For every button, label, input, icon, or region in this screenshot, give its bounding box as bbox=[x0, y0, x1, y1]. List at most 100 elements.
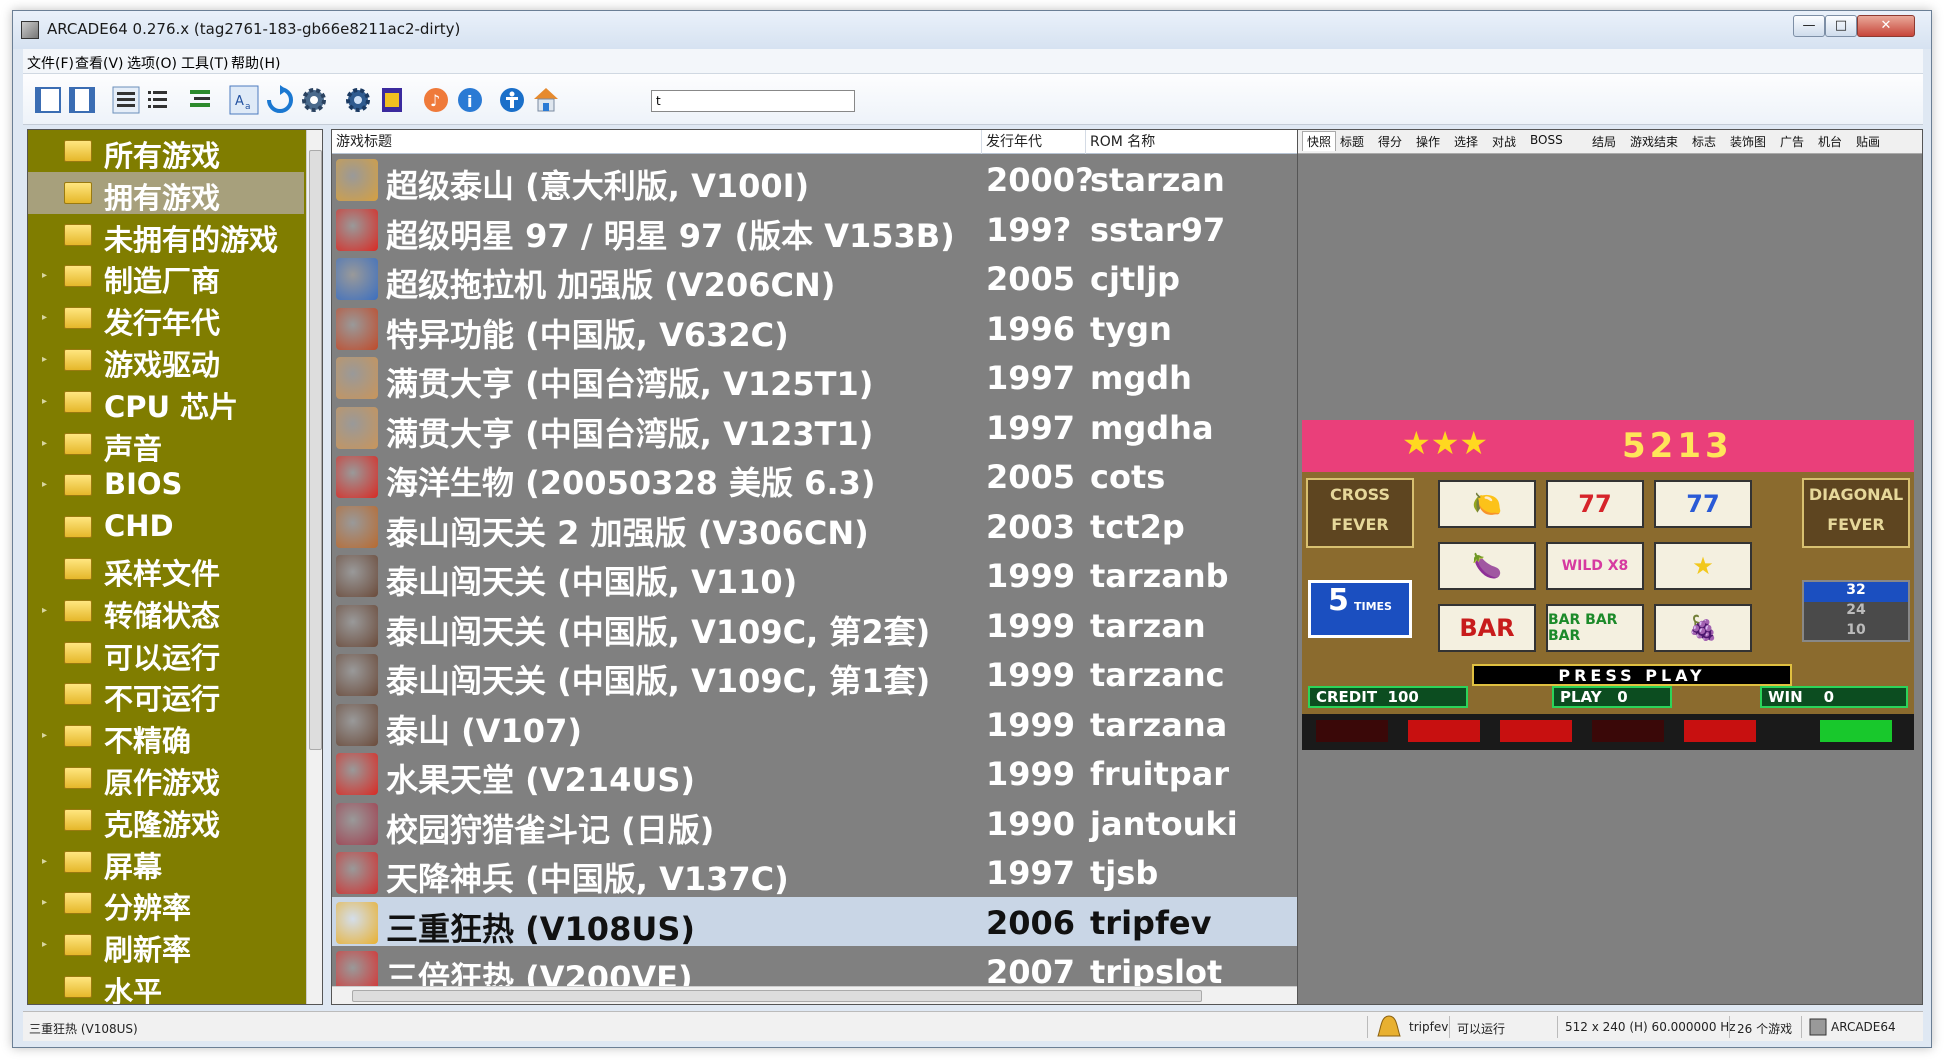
table-row[interactable]: 泰山闯天关 (中国版, V109C, 第2套) 1999 tarzan bbox=[332, 600, 1312, 651]
details-view-icon[interactable] bbox=[141, 83, 175, 117]
picture-tab[interactable]: 对战 bbox=[1492, 133, 1516, 150]
folder-item[interactable]: 拥有游戏 bbox=[28, 171, 304, 215]
picture-tab[interactable]: 标题 bbox=[1340, 133, 1364, 150]
table-row[interactable]: 超级拖拉机 加强版 (V206CN) 2005 cjtljp bbox=[332, 253, 1312, 304]
folder-item[interactable]: 采样文件 bbox=[28, 548, 304, 591]
picture-tab[interactable]: 贴画 bbox=[1856, 133, 1880, 150]
settings-gear-icon[interactable] bbox=[297, 83, 331, 117]
folder-item[interactable]: ▸ 不精确 bbox=[28, 715, 304, 758]
game-year: 2006 bbox=[986, 903, 1076, 942]
folder-item[interactable]: 可以运行 bbox=[28, 632, 304, 675]
home-icon[interactable] bbox=[529, 83, 563, 117]
game-list-hscroll-thumb[interactable] bbox=[352, 990, 1202, 1002]
game-rom: tarzanb bbox=[1090, 557, 1229, 595]
maximize-button[interactable]: □ bbox=[1825, 15, 1857, 37]
toggle-panel-2-icon[interactable] bbox=[65, 83, 99, 117]
minimize-button[interactable]: — bbox=[1793, 15, 1825, 37]
column-title[interactable]: 游戏标题 bbox=[332, 130, 982, 154]
expand-arrow-icon[interactable]: ▸ bbox=[42, 897, 47, 908]
folder-item[interactable]: 原作游戏 bbox=[28, 757, 304, 800]
info-icon[interactable]: i bbox=[453, 83, 487, 117]
list-view-icon[interactable] bbox=[109, 83, 143, 117]
expand-arrow-icon[interactable]: ▸ bbox=[42, 354, 47, 365]
snapshot-win-value: 0 bbox=[1823, 688, 1835, 706]
picture-tab[interactable]: 机台 bbox=[1818, 133, 1842, 150]
folder-item[interactable]: 未拥有的游戏 bbox=[28, 214, 304, 257]
expand-arrow-icon[interactable]: ▸ bbox=[42, 312, 47, 323]
picture-panel: 快照 标题 得分 操作 选择 对战 BOSS 结局 游戏结束 标志 装饰图 广告 机台 贴画 ★★★ 52… bbox=[1297, 129, 1923, 1005]
column-rom[interactable]: ROM 名称 bbox=[1086, 130, 1312, 154]
picture-tab[interactable]: 得分 bbox=[1378, 133, 1402, 150]
picture-tab[interactable]: 游戏结束 bbox=[1630, 133, 1678, 150]
table-row[interactable]: 三重狂热 (V108US) 2006 tripfev bbox=[332, 896, 1312, 948]
picture-tab[interactable]: 结局 bbox=[1592, 133, 1616, 150]
title-bar[interactable]: ARCADE64 0.276.x (tag2761-183-gb66e8211a… bbox=[13, 11, 1931, 49]
folder-item[interactable]: ▸ 发行年代 bbox=[28, 297, 304, 340]
folder-tree-scrollbar[interactable] bbox=[306, 130, 322, 1004]
table-row[interactable]: 超级明星 97 / 明星 97 (版本 V153B) 199? sstar97 bbox=[332, 204, 1312, 255]
folder-item[interactable]: 克隆游戏 bbox=[28, 799, 304, 842]
folder-tree-scroll-thumb[interactable] bbox=[309, 150, 322, 750]
folder-item[interactable]: ▸ 分辨率 bbox=[28, 882, 304, 925]
directories-gear-icon[interactable] bbox=[341, 83, 375, 117]
grouped-view-icon[interactable] bbox=[183, 83, 217, 117]
expand-arrow-icon[interactable]: ▸ bbox=[42, 396, 47, 407]
toggle-panel-icon[interactable] bbox=[31, 83, 65, 117]
folder-item[interactable]: ▸ CPU 芯片 bbox=[28, 381, 304, 424]
folder-item[interactable]: ▸ 屏幕 bbox=[28, 841, 304, 884]
column-year[interactable]: 发行年代 bbox=[982, 130, 1086, 154]
table-row[interactable]: 水果天堂 (V214US) 1999 fruitpar bbox=[332, 748, 1312, 799]
picture-tab[interactable]: 选择 bbox=[1454, 133, 1478, 150]
folder-item[interactable]: ▸ 转储状态 bbox=[28, 590, 304, 633]
folder-item[interactable]: ▸ BIOS bbox=[28, 464, 304, 506]
table-row[interactable]: 泰山闯天关 (中国版, V109C, 第1套) 1999 tarzanc bbox=[332, 649, 1312, 700]
expand-arrow-icon[interactable]: ▸ bbox=[42, 856, 47, 867]
expand-arrow-icon[interactable]: ▸ bbox=[42, 438, 47, 449]
expand-arrow-icon[interactable]: ▸ bbox=[42, 605, 47, 616]
table-row[interactable]: 泰山 (V107) 1999 tarzana bbox=[332, 699, 1312, 750]
menu-file[interactable]: 文件(F) bbox=[27, 53, 74, 73]
menu-tools[interactable]: 工具(T) bbox=[181, 53, 228, 73]
folder-item[interactable]: ▸ 刷新率 bbox=[28, 924, 304, 967]
search-input[interactable] bbox=[651, 90, 855, 112]
expand-arrow-icon[interactable]: ▸ bbox=[42, 730, 47, 741]
expand-arrow-icon[interactable]: ▸ bbox=[42, 479, 47, 490]
picture-tab[interactable]: 装饰图 bbox=[1730, 133, 1766, 150]
picture-tab[interactable]: 快照 bbox=[1302, 131, 1337, 151]
close-button[interactable]: ✕ bbox=[1857, 15, 1915, 37]
folder-item[interactable]: ▸ 游戏驱动 bbox=[28, 339, 304, 382]
font-icon[interactable]: Aa bbox=[227, 83, 261, 117]
folder-item[interactable]: ▸ 制造厂商 bbox=[28, 255, 304, 298]
picture-tab[interactable]: BOSS bbox=[1530, 133, 1563, 147]
refresh-icon[interactable] bbox=[263, 83, 297, 117]
app-window: ARCADE64 0.276.x (tag2761-183-gb66e8211a… bbox=[12, 10, 1932, 1048]
table-row[interactable]: 泰山闯天关 (中国版, V110) 1999 tarzanb bbox=[332, 550, 1312, 601]
picture-tab[interactable]: 操作 bbox=[1416, 133, 1440, 150]
table-row[interactable]: 天降神兵 (中国版, V137C) 1997 tjsb bbox=[332, 847, 1312, 898]
folder-item[interactable]: 不可运行 bbox=[28, 673, 304, 716]
tarzan-portrait-icon bbox=[336, 555, 378, 597]
menu-view[interactable]: 查看(V) bbox=[75, 53, 124, 73]
table-row[interactable]: 特异功能 (中国版, V632C) 1996 tygn bbox=[332, 303, 1312, 354]
game-list-hscrollbar[interactable] bbox=[332, 986, 1312, 1004]
expand-arrow-icon[interactable]: ▸ bbox=[42, 270, 47, 281]
menu-options[interactable]: 选项(O) bbox=[127, 53, 177, 73]
table-row[interactable]: 满贯大亨 (中国台湾版, V123T1) 1997 mgdha bbox=[332, 402, 1312, 453]
table-row[interactable]: 满贯大亨 (中国台湾版, V125T1) 1997 mgdh bbox=[332, 352, 1312, 403]
table-row[interactable]: 超级泰山 (意大利版, V100I) 2000? starzan bbox=[332, 154, 1312, 205]
video-icon[interactable] bbox=[375, 83, 409, 117]
table-row[interactable]: 海洋生物 (20050328 美版 6.3) 2005 cots bbox=[332, 451, 1312, 502]
folder-item[interactable]: 水平 bbox=[28, 966, 304, 1004]
expand-arrow-icon[interactable]: ▸ bbox=[42, 939, 47, 950]
folder-item[interactable]: CHD bbox=[28, 506, 304, 548]
menu-help[interactable]: 帮助(H) bbox=[231, 53, 280, 73]
snapshot-credit-value: 100 bbox=[1387, 688, 1419, 706]
folder-item[interactable]: 所有游戏 bbox=[28, 130, 304, 173]
audio-icon[interactable]: ♪ bbox=[419, 83, 453, 117]
about-icon[interactable] bbox=[495, 83, 529, 117]
table-row[interactable]: 泰山闯天关 2 加强版 (V306CN) 2003 tct2p bbox=[332, 501, 1312, 552]
picture-tab[interactable]: 广告 bbox=[1780, 133, 1804, 150]
table-row[interactable]: 校园狩猎雀斗记 (日版) 1990 jantouki bbox=[332, 798, 1312, 849]
folder-item[interactable]: ▸ 声音 bbox=[28, 423, 304, 466]
picture-tab[interactable]: 标志 bbox=[1692, 133, 1716, 150]
